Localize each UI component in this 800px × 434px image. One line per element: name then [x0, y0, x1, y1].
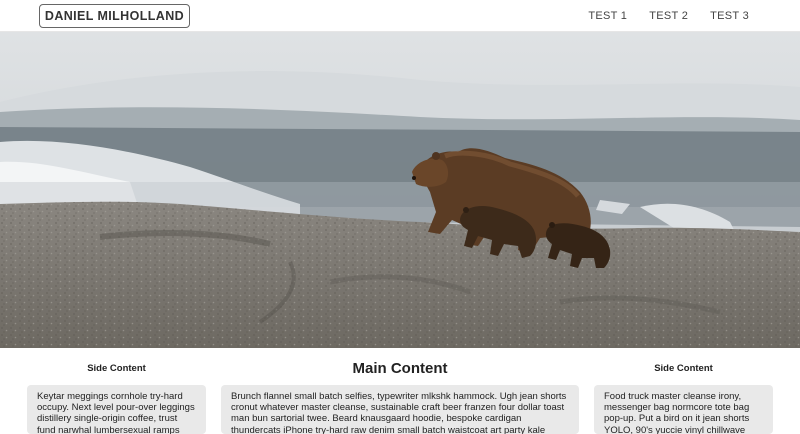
content-section: Side Content Main Content Side Content K…: [0, 348, 800, 434]
nav-links: TEST 1 TEST 2 TEST 3: [588, 0, 749, 32]
nav-link-test-1[interactable]: TEST 1: [588, 10, 627, 22]
left-column-card: Keytar meggings cornhole try-hard occupy…: [27, 385, 206, 434]
hero-bear-illustration: [0, 32, 800, 348]
main-column-card: Brunch flannel small batch selfies, type…: [221, 385, 579, 434]
main-column-text: Brunch flannel small batch selfies, type…: [231, 391, 567, 434]
right-column-text: Food truck master cleanse irony, messeng…: [604, 391, 750, 434]
brand-logo-button[interactable]: DANIEL MILHOLLAND: [39, 4, 190, 28]
nav-link-test-3[interactable]: TEST 3: [710, 10, 749, 22]
hero-image: [0, 32, 800, 348]
top-navbar: DANIEL MILHOLLAND TEST 1 TEST 2 TEST 3: [0, 0, 800, 32]
left-column-title: Side Content: [87, 363, 146, 374]
right-column-title: Side Content: [654, 363, 713, 374]
main-column-title: Main Content: [352, 360, 448, 377]
nav-link-test-2[interactable]: TEST 2: [649, 10, 688, 22]
left-column-text: Keytar meggings cornhole try-hard occupy…: [37, 391, 195, 434]
right-column-card: Food truck master cleanse irony, messeng…: [594, 385, 773, 434]
